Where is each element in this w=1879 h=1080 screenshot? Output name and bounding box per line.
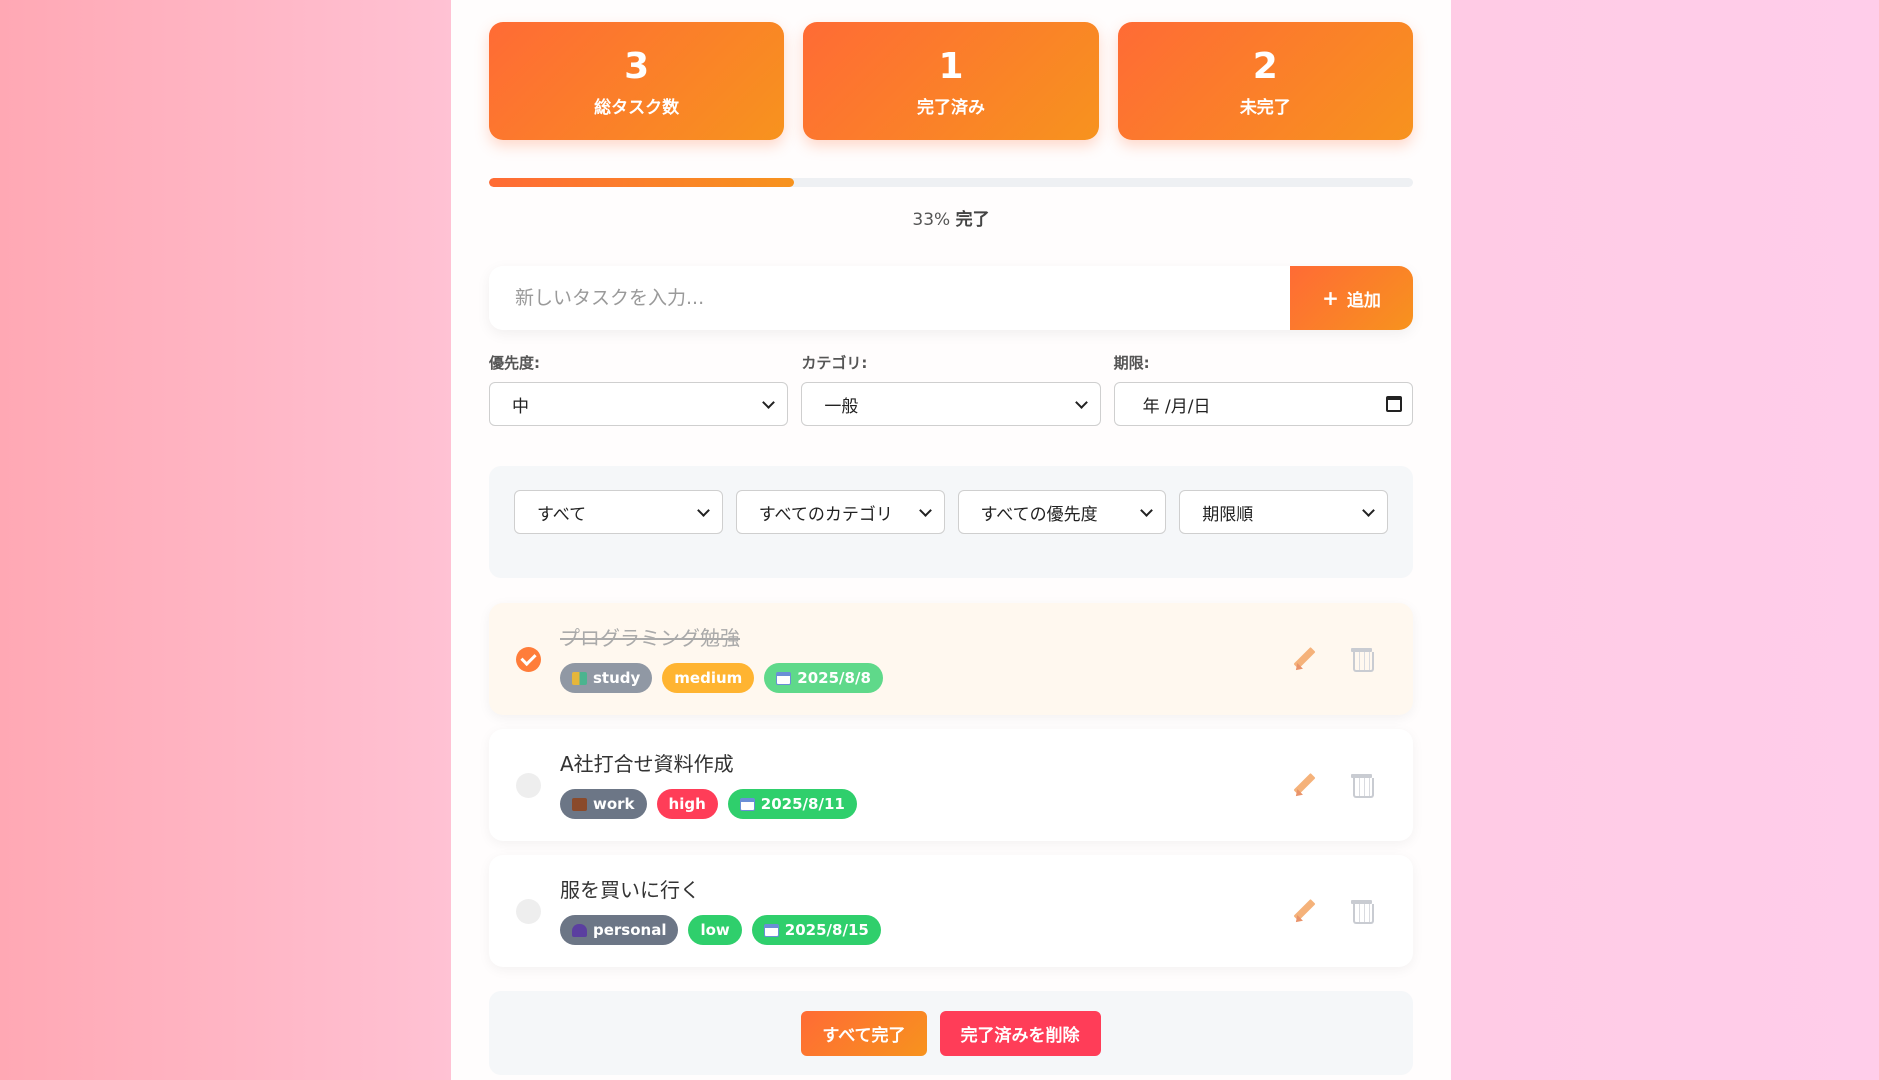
add-task-row: + 追加 [489,266,1413,330]
calendar-icon [776,671,792,685]
stat-total-label: 総タスク数 [594,97,680,118]
task-actions [1291,897,1375,924]
priority-select[interactable]: 中 [489,382,789,426]
category-tag-label: work [593,795,635,813]
task-checkbox[interactable] [516,646,541,672]
chevron-down-icon [1140,503,1154,517]
delete-trash-icon[interactable] [1348,771,1375,798]
task-title: プログラミング勉強 [560,626,740,650]
priority-tag: high [656,789,718,819]
due-date-input[interactable]: 年 /月/日 [1113,382,1413,426]
briefcase-icon [572,797,587,811]
plus-icon: + [1322,286,1339,310]
task-title: 服を買いに行く [560,878,700,902]
task-item: A社打合せ資料作成 work high 2025/8/11 [489,729,1413,841]
stat-completed-value: 1 [938,45,964,87]
task-tags: personal low 2025/8/15 [560,915,881,945]
calendar-icon [763,923,779,937]
category-filter-value: すべてのカテゴリ [758,504,893,525]
delete-completed-button[interactable]: 完了済みを削除 [939,1010,1101,1056]
category-tag: study [560,663,653,693]
status-filter-value: すべて [537,504,587,525]
progress-percent: 33% [912,210,951,230]
priority-filter-value: すべての優先度 [980,504,1098,525]
task-tags: study medium 2025/8/8 [560,663,883,693]
stat-total: 3 総タスク数 [489,22,785,140]
stat-total-value: 3 [624,45,650,87]
delete-trash-icon[interactable] [1348,645,1375,672]
todo-panel: 3 総タスク数 1 完了済み 2 未完了 33% 完了 + 追加 優先度: 中 [451,0,1451,1080]
sort-value: 期限順 [1202,504,1254,525]
due-date-tag-label: 2025/8/11 [760,795,845,813]
stat-completed-label: 完了済み [916,97,985,118]
task-body: プログラミング勉強 study medium 2025/8/8 [560,625,883,693]
priority-tag: medium [662,663,755,693]
stat-completed: 1 完了済み [803,22,1099,140]
task-options: 優先度: 中 カテゴリ: 一般 期限: 年 /月/日 [489,352,1413,426]
edit-pencil-icon[interactable] [1291,771,1318,798]
chevron-down-icon [918,503,932,517]
person-icon [572,923,587,937]
progress-text: 33% 完了 [489,205,1413,230]
task-checkbox[interactable] [516,898,541,924]
filter-bar: すべて すべてのカテゴリ すべての優先度 期限順 [489,466,1413,578]
task-title: A社打合せ資料作成 [560,752,734,776]
books-icon [572,671,587,685]
task-item: 服を買いに行く personal low 2025/8/15 [489,855,1413,967]
category-select-value: 一般 [824,396,859,417]
new-task-input[interactable] [489,266,1290,330]
category-select[interactable]: 一般 [801,382,1101,426]
priority-select-value: 中 [512,396,529,417]
complete-all-button[interactable]: すべて完了 [801,1010,927,1056]
category-option: カテゴリ: 一般 [801,352,1101,426]
task-actions [1291,771,1375,798]
task-checkbox[interactable] [516,772,541,798]
due-option: 期限: 年 /月/日 [1113,352,1413,426]
due-label: 期限: [1113,354,1150,372]
category-tag: personal [560,915,679,945]
priority-tag: low [688,915,742,945]
stats-row: 3 総タスク数 1 完了済み 2 未完了 [489,22,1413,140]
delete-trash-icon[interactable] [1348,897,1375,924]
edit-pencil-icon[interactable] [1291,897,1318,924]
add-task-button[interactable]: + 追加 [1290,266,1413,330]
stat-pending-value: 2 [1252,45,1278,87]
bulk-actions: すべて完了 完了済みを削除 [489,991,1413,1075]
progress-bar [489,178,1413,187]
stat-pending: 2 未完了 [1117,22,1413,140]
progress-fill [489,178,794,187]
category-label: カテゴリ: [801,354,868,372]
due-date-tag-label: 2025/8/8 [797,669,871,687]
due-date-tag: 2025/8/8 [764,663,883,693]
chevron-down-icon [696,503,710,517]
task-actions [1291,645,1375,672]
due-date-value: 年 /月/日 [1142,396,1211,417]
priority-option: 優先度: 中 [489,352,789,426]
stat-pending-label: 未完了 [1239,97,1291,118]
category-tag: work [560,789,647,819]
task-tags: work high 2025/8/11 [560,789,857,819]
calendar-icon[interactable] [1385,396,1402,412]
category-tag-label: study [593,669,641,687]
chevron-down-icon [1362,503,1375,517]
calendar-icon [739,797,755,811]
chevron-down-icon [1074,395,1088,409]
category-tag-label: personal [593,921,667,939]
add-task-button-label: 追加 [1346,290,1381,311]
sort-select[interactable]: 期限順 [1179,490,1388,534]
task-body: A社打合せ資料作成 work high 2025/8/11 [560,751,857,819]
due-date-tag-label: 2025/8/15 [784,921,869,939]
priority-filter-select[interactable]: すべての優先度 [957,490,1167,534]
progress-suffix: 完了 [955,210,990,230]
task-body: 服を買いに行く personal low 2025/8/15 [560,877,881,945]
task-item: プログラミング勉強 study medium 2025/8/8 [489,603,1413,715]
due-date-tag: 2025/8/11 [727,789,857,819]
chevron-down-icon [762,395,776,409]
priority-label: 優先度: [489,354,540,372]
due-date-tag: 2025/8/15 [751,915,881,945]
status-filter-select[interactable]: すべて [514,490,723,534]
edit-pencil-icon[interactable] [1291,645,1318,672]
category-filter-select[interactable]: すべてのカテゴリ [735,490,945,534]
